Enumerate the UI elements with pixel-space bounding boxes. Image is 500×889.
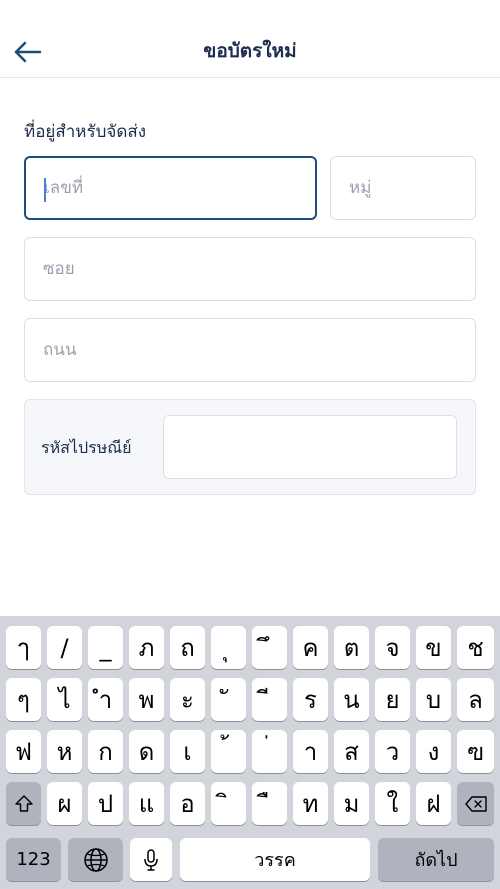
key[interactable]: ่ xyxy=(252,730,287,773)
key[interactable]: ฟ xyxy=(6,730,41,773)
key[interactable]: ้ xyxy=(211,730,246,773)
key[interactable]: ห xyxy=(47,730,82,773)
key[interactable]: ั xyxy=(211,678,246,721)
shift-key[interactable] xyxy=(6,782,41,825)
house-number-input[interactable] xyxy=(26,158,315,218)
delete-key[interactable] xyxy=(457,782,494,825)
key[interactable]: จ xyxy=(375,626,410,669)
key[interactable]: ว xyxy=(375,730,410,773)
key[interactable]: ี xyxy=(252,678,287,721)
key[interactable]: / xyxy=(47,626,82,669)
microphone-icon xyxy=(144,848,158,871)
key[interactable]: ต xyxy=(334,626,369,669)
key[interactable]: ถ xyxy=(170,626,205,669)
key[interactable]: น xyxy=(334,678,369,721)
thai-keyboard: ๅ / _ ภ ถ ุ ึ ค ต จ ข ช ๆ ไ ำ พ ะ ั ี ร … xyxy=(0,616,500,889)
house-number-field[interactable] xyxy=(24,156,317,220)
key[interactable]: ป xyxy=(88,782,123,825)
key[interactable]: ล xyxy=(457,678,494,721)
key[interactable]: อ xyxy=(170,782,205,825)
key[interactable]: ก xyxy=(88,730,123,773)
key[interactable]: ไ xyxy=(47,678,82,721)
space-key[interactable]: วรรค xyxy=(180,838,370,881)
key[interactable]: ภ xyxy=(129,626,164,669)
moo-input[interactable] xyxy=(331,157,475,219)
app-header: ขอบัตรใหม่ xyxy=(0,0,500,78)
postal-code-row: รหัสไปรษณีย์ xyxy=(24,399,476,495)
backspace-icon xyxy=(464,795,487,812)
postal-code-input[interactable] xyxy=(164,416,456,478)
page-title: ขอบัตรใหม่ xyxy=(203,40,297,62)
soi-field[interactable] xyxy=(24,237,476,301)
key[interactable]: พ xyxy=(129,678,164,721)
microphone-key[interactable] xyxy=(130,838,172,881)
road-input[interactable] xyxy=(25,319,475,381)
postal-code-field[interactable] xyxy=(163,415,457,479)
key[interactable]: ะ xyxy=(170,678,205,721)
section-label: ที่อยู่สำหรับจัดส่ง xyxy=(24,122,147,142)
key[interactable]: า xyxy=(293,730,328,773)
globe-key[interactable] xyxy=(68,838,123,881)
key[interactable]: ๅ xyxy=(6,626,41,669)
key[interactable]: ฝ xyxy=(416,782,451,825)
key[interactable]: ด xyxy=(129,730,164,773)
key[interactable]: ง xyxy=(416,730,451,773)
key[interactable]: บ xyxy=(416,678,451,721)
key[interactable]: ย xyxy=(375,678,410,721)
key[interactable]: ื xyxy=(252,782,287,825)
text-caret xyxy=(44,178,46,202)
shift-icon xyxy=(14,794,33,812)
moo-field[interactable] xyxy=(330,156,476,220)
key[interactable]: ร xyxy=(293,678,328,721)
key[interactable]: ฃ xyxy=(457,730,494,773)
key[interactable]: ส xyxy=(334,730,369,773)
next-key[interactable]: ถัดไป xyxy=(378,838,494,881)
key[interactable]: ๆ xyxy=(6,678,41,721)
key[interactable]: ุ xyxy=(211,626,246,669)
key[interactable]: ท xyxy=(293,782,328,825)
key[interactable]: _ xyxy=(88,626,123,669)
key[interactable]: ช xyxy=(457,626,494,669)
key[interactable]: แ xyxy=(129,782,164,825)
key[interactable]: ิ xyxy=(211,782,246,825)
key[interactable]: ึ xyxy=(252,626,287,669)
key[interactable]: ม xyxy=(334,782,369,825)
globe-icon xyxy=(83,847,108,872)
key[interactable]: ผ xyxy=(47,782,82,825)
road-field[interactable] xyxy=(24,318,476,382)
numbers-key[interactable]: 123 xyxy=(6,838,61,881)
key[interactable]: ค xyxy=(293,626,328,669)
soi-input[interactable] xyxy=(25,238,475,300)
postal-code-label: รหัสไปรษณีย์ xyxy=(41,438,132,457)
key[interactable]: เ xyxy=(170,730,205,773)
key[interactable]: ใ xyxy=(375,782,410,825)
key[interactable]: ข xyxy=(416,626,451,669)
key[interactable]: ำ xyxy=(88,678,123,721)
